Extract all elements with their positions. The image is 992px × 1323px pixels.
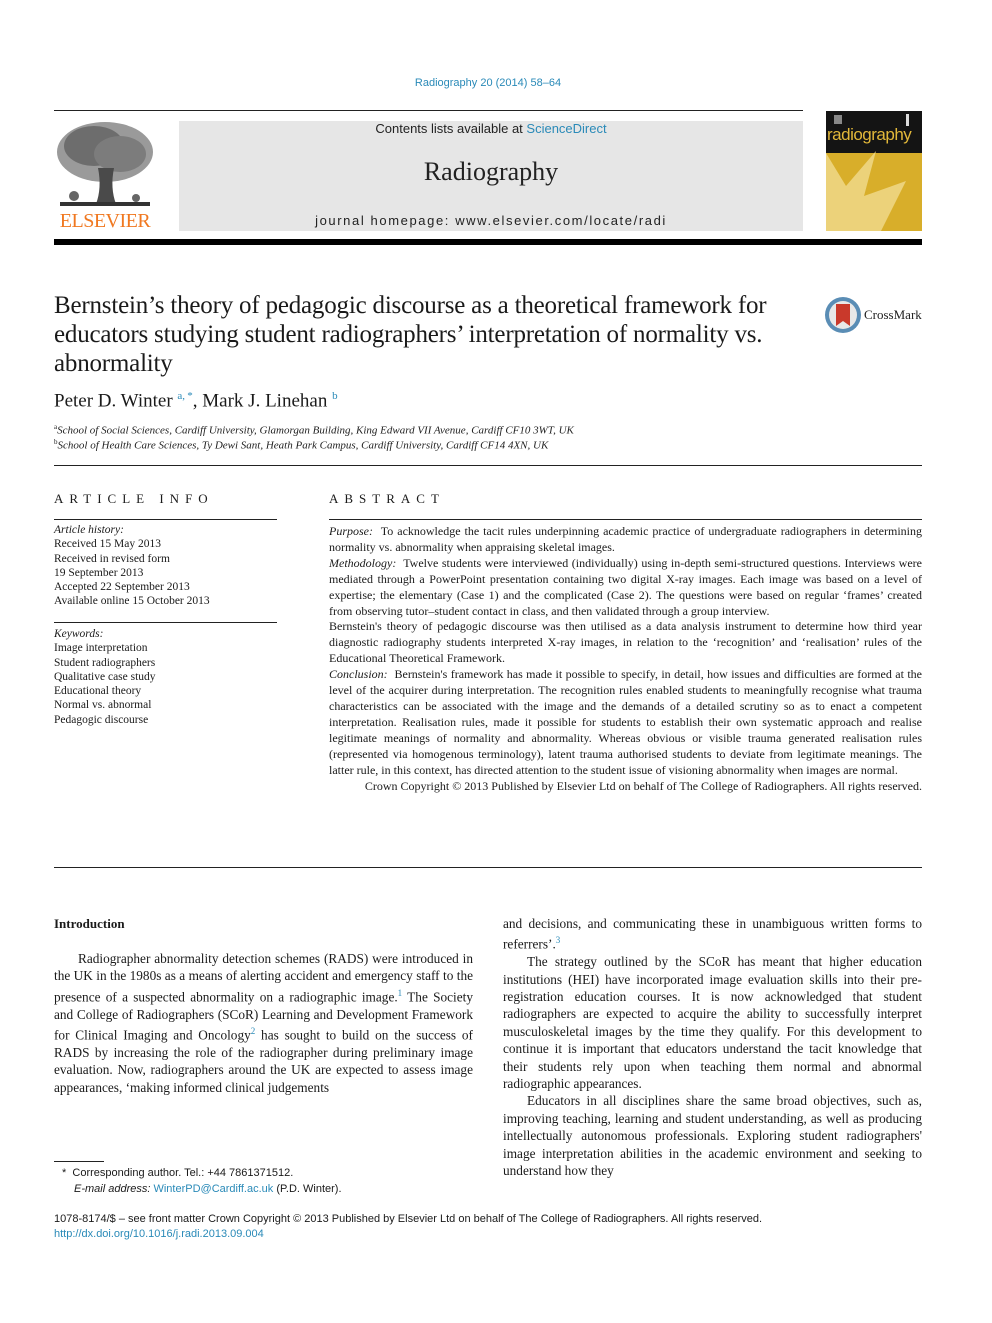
corresponding-text: Corresponding author. Tel.: +44 78613715… (72, 1167, 294, 1179)
page-footer: 1078-8174/$ – see front matter Crown Cop… (54, 1212, 762, 1242)
crossmark-label: CrossMark (864, 307, 922, 322)
introduction-heading: Introduction (54, 916, 125, 931)
keywords-rule (54, 622, 277, 623)
methodology-label: Methodology: (329, 555, 397, 570)
keyword: Pedagogic discourse (54, 713, 149, 726)
article-history: Article history: Received 15 May 2013 Re… (54, 523, 279, 609)
affiliation: aSchool of Social Sciences, Cardiff Univ… (54, 423, 574, 437)
article-info-rule (54, 519, 277, 520)
history-item: 19 September 2013 (54, 566, 144, 579)
keywords-label: Keywords: (54, 628, 104, 640)
footnote-rule (54, 1161, 104, 1162)
abstract-conclusion: Conclusion: Bernstein's framework has ma… (329, 667, 922, 778)
affiliation: bSchool of Health Care Sciences, Ty Dewi… (54, 438, 548, 452)
header-top-rule (54, 110, 803, 111)
history-item: Received 15 May 2013 (54, 538, 161, 551)
history-item: Received in revised form (54, 552, 170, 565)
abstract-analysis: Bernstein's theory of pedagogic discours… (329, 619, 922, 666)
body-column-right: and decisions, and communicating these i… (503, 915, 922, 1180)
body-paragraph: The strategy outlined by the SCoR has me… (503, 954, 922, 1092)
doi-link[interactable]: http://dx.doi.org/10.1016/j.radi.2013.09… (54, 1228, 264, 1240)
abstract-purpose: Purpose: To acknowledge the tacit rules … (329, 524, 922, 556)
article-history-label: Article history: (54, 524, 124, 536)
keywords-list: Keywords: Image interpretation Student r… (54, 627, 279, 727)
body-text: and decisions, and communicating these i… (503, 916, 922, 952)
email-label: E-mail address: (74, 1183, 151, 1195)
abstract-copyright: Crown Copyright © 2013 Published by Else… (364, 778, 922, 793)
author-affiliation-marks[interactable]: a, * (177, 390, 192, 402)
keyword: Student radiographers (54, 656, 156, 669)
article-info-heading: ARTICLE INFO (54, 491, 214, 506)
email-link[interactable]: WinterPD@Cardiff.ac.uk (153, 1183, 273, 1195)
reference-link[interactable]: 3 (556, 935, 561, 945)
author-affiliation-marks[interactable]: b (332, 390, 338, 402)
email-suffix: (P.D. Winter). (276, 1183, 342, 1195)
body-paragraph: and decisions, and communicating these i… (503, 915, 922, 953)
author-separator: , (192, 390, 203, 412)
header-thick-rule (54, 239, 922, 245)
journal-citation-link[interactable]: Radiography 20 (2014) 58–64 (0, 77, 976, 89)
methodology-text: Twelve students were interviewed (indivi… (329, 555, 922, 618)
sciencedirect-link[interactable]: ScienceDirect (526, 121, 606, 136)
section-divider (54, 867, 922, 868)
footnote: * Corresponding author. Tel.: +44 786137… (62, 1165, 342, 1197)
elsevier-tree-icon (57, 122, 153, 206)
body-column-left: Radiographer abnormality detection schem… (54, 950, 473, 1096)
section-divider (54, 465, 922, 466)
elsevier-logo[interactable]: ELSEVIER (54, 118, 156, 233)
body-paragraph: Educators in all disciplines share the s… (503, 1093, 922, 1179)
journal-cover[interactable]: radiography (826, 111, 922, 231)
affiliation-text: School of Social Sciences, Cardiff Unive… (57, 424, 574, 437)
keyword: Qualitative case study (54, 670, 156, 683)
issn-line: 1078-8174/$ – see front matter Crown Cop… (54, 1213, 763, 1225)
journal-homepage[interactable]: journal homepage: www.elsevier.com/locat… (179, 213, 803, 228)
crossmark-badge[interactable]: CrossMark (824, 296, 924, 336)
purpose-text: To acknowledge the tacit rules underpinn… (329, 524, 922, 554)
keyword: Normal vs. abnormal (54, 699, 152, 712)
keyword: Image interpretation (54, 642, 148, 655)
author-list: Peter D. Winter a, *, Mark J. Linehan b (54, 390, 338, 412)
elsevier-wordmark: ELSEVIER (59, 210, 151, 232)
affiliation-text: School of Health Care Sciences, Ty Dewi … (57, 439, 549, 452)
author-name[interactable]: Peter D. Winter (54, 390, 173, 411)
email-note: E-mail address: WinterPD@Cardiff.ac.uk (… (62, 1181, 342, 1197)
abstract-methodology: Methodology: Twelve students were interv… (329, 556, 922, 620)
abstract-rule (329, 519, 922, 520)
conclusion-text: Bernstein's framework has made it possib… (329, 667, 923, 777)
abstract-heading: ABSTRACT (329, 491, 445, 506)
contents-prefix: Contents lists available at (375, 121, 527, 136)
author-name[interactable]: Mark J. Linehan (202, 390, 327, 411)
contents-line: Contents lists available at ScienceDirec… (179, 121, 803, 136)
article-title: Bernstein’s theory of pedagogic discours… (54, 292, 767, 377)
history-item: Accepted 22 September 2013 (54, 581, 190, 594)
footnote-mark: * (62, 1167, 67, 1179)
crossmark-icon (825, 297, 861, 333)
journal-title: Radiography (423, 157, 559, 186)
body-paragraph: Radiographer abnormality detection schem… (54, 950, 473, 1096)
history-item: Available online 15 October 2013 (54, 595, 210, 608)
corresponding-author-note: * Corresponding author. Tel.: +44 786137… (62, 1165, 342, 1181)
abstract-body: Purpose: To acknowledge the tacit rules … (329, 524, 922, 794)
journal-masthead: Contents lists available at ScienceDirec… (179, 121, 803, 231)
journal-cover-icon (826, 114, 909, 231)
conclusion-label: Conclusion: (329, 667, 388, 682)
keyword: Educational theory (54, 685, 142, 698)
purpose-label: Purpose: (329, 524, 373, 538)
